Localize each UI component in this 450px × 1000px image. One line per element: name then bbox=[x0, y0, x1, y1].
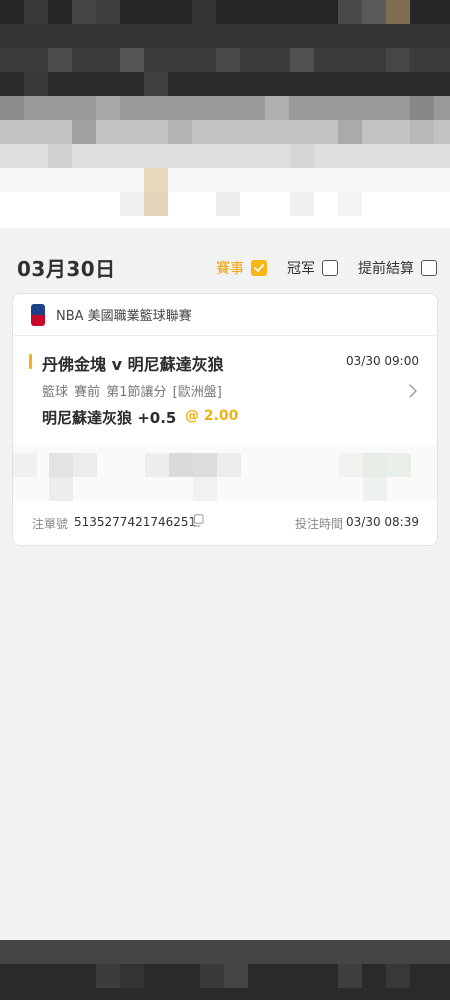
bet-time-label: 投注時間 bbox=[295, 517, 344, 531]
checkbox-unchecked-icon[interactable] bbox=[322, 260, 338, 276]
filter-champion-label: 冠军 bbox=[287, 261, 315, 277]
filter-events[interactable]: 賽事 bbox=[216, 258, 267, 278]
order-number-label: 注單號 bbox=[32, 517, 69, 531]
bet-odds: @ 2.00 bbox=[185, 408, 239, 424]
league-name: NBA 美國職業籃球聯賽 bbox=[56, 309, 192, 324]
match-time: 03/30 09:00 bbox=[346, 354, 419, 368]
censored-top-area bbox=[0, 0, 450, 228]
filter-events-label: 賽事 bbox=[216, 261, 244, 277]
bet-time: 03/30 08:39 bbox=[346, 515, 419, 529]
league-header: NBA 美國職業籃球聯賽 bbox=[13, 294, 437, 336]
bet-card[interactable]: NBA 美國職業籃球聯賽 丹佛金塊 v 明尼蘇達灰狼 03/30 09:00 籃… bbox=[12, 293, 438, 546]
censored-bottom-area bbox=[0, 940, 450, 1000]
filter-early-settlement-label: 提前結算 bbox=[358, 261, 414, 277]
bet-selection: 明尼蘇達灰狼 +0.5 bbox=[42, 409, 177, 427]
checkbox-unchecked-icon[interactable] bbox=[421, 260, 437, 276]
match-accent-bar bbox=[29, 354, 32, 369]
checkbox-checked-icon[interactable] bbox=[251, 260, 267, 276]
filter-early-settlement[interactable]: 提前結算 bbox=[358, 258, 437, 278]
chevron-right-icon[interactable] bbox=[406, 382, 420, 400]
match-title: 丹佛金塊 v 明尼蘇達灰狼 bbox=[42, 355, 224, 374]
copy-icon[interactable] bbox=[191, 514, 204, 527]
filter-champion[interactable]: 冠军 bbox=[287, 258, 338, 278]
filter-header: 03月30日 賽事 冠军 提前結算 bbox=[0, 228, 450, 292]
censored-area bbox=[13, 445, 437, 501]
nba-logo-icon bbox=[31, 303, 45, 326]
date-label: 03月30日 bbox=[17, 257, 116, 281]
bet-description: 籃球 賽前 第1節讓分 [歐洲盤] bbox=[42, 385, 222, 400]
order-number: 5135277421746251 bbox=[74, 515, 197, 529]
bet-footer: 注單號 5135277421746251 投注時間 03/30 08:39 bbox=[13, 510, 437, 536]
